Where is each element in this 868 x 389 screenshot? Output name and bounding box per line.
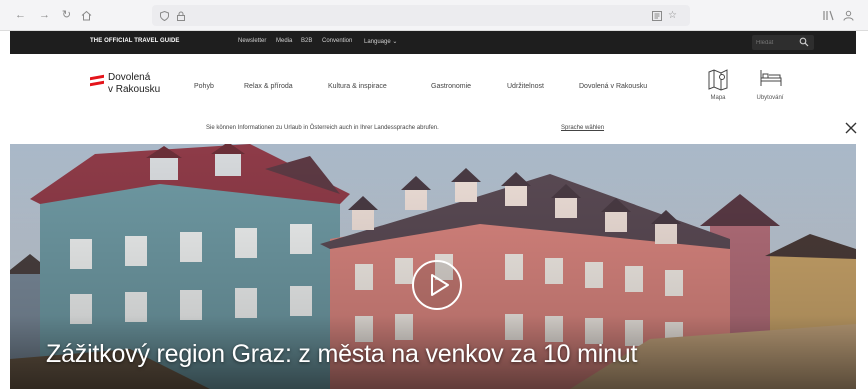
url-text — [190, 10, 610, 21]
back-arrow-icon[interactable]: ← — [14, 9, 27, 22]
choose-language-link[interactable]: Sprache wählen — [561, 125, 604, 131]
nav-item-dovolena[interactable]: Dovolená v Rakousku — [579, 83, 647, 90]
site-logo[interactable]: Dovolená v Rakousku — [90, 72, 180, 100]
browser-toolbar: ← → ↻ ☆ — [0, 0, 868, 31]
search-input[interactable] — [756, 38, 796, 47]
play-video-icon[interactable] — [411, 259, 463, 311]
austria-flag-icon — [90, 74, 104, 87]
close-icon[interactable] — [843, 120, 859, 136]
convention-link[interactable]: Convention — [322, 38, 352, 44]
map-button[interactable]: Mapa — [700, 68, 736, 106]
reload-icon[interactable]: ↻ — [60, 9, 73, 22]
home-icon[interactable] — [80, 9, 93, 22]
map-icon — [708, 69, 728, 91]
lock-icon[interactable] — [174, 9, 187, 22]
media-link[interactable]: Media — [276, 38, 292, 44]
official-guide-label: THE OFFICIAL TRAVEL GUIDE — [90, 38, 180, 44]
nav-item-relax[interactable]: Relax & příroda — [244, 83, 293, 90]
forward-arrow-icon[interactable]: → — [38, 9, 51, 22]
hero-banner[interactable]: Zážitkový region Graz: z města na venkov… — [10, 144, 856, 389]
nav-item-kultura[interactable]: Kultura & inspirace — [328, 83, 387, 90]
nav-item-pohyb[interactable]: Pohyb — [194, 83, 214, 90]
logo-text-line2: v Rakousku — [108, 84, 161, 95]
search-box[interactable] — [752, 35, 814, 50]
b2b-link[interactable]: B2B — [301, 38, 312, 44]
library-icon[interactable] — [822, 9, 835, 22]
reader-view-icon[interactable] — [650, 9, 663, 22]
language-banner-text: Sie können Informationen zu Urlaub in Ös… — [206, 125, 439, 131]
nav-item-udrzitelnost[interactable]: Udržitelnost — [507, 83, 544, 90]
search-icon[interactable] — [799, 37, 809, 47]
hero-title: Zážitkový region Graz: z města na venkov… — [46, 340, 638, 368]
logo-text-line1: Dovolená — [108, 72, 151, 83]
main-header: Dovolená v Rakousku Pohyb Relax & přírod… — [10, 54, 856, 116]
accommodation-label: Ubytování — [756, 95, 784, 101]
newsletter-link[interactable]: Newsletter — [238, 38, 266, 44]
address-bar[interactable]: ☆ — [152, 5, 690, 26]
account-icon[interactable] — [842, 9, 855, 22]
language-dropdown[interactable]: Language ⌄ — [364, 38, 397, 45]
language-banner: Sie können Informationen zu Urlaub in Ös… — [10, 116, 859, 142]
nav-item-gastronomie[interactable]: Gastronomie — [431, 83, 471, 90]
bookmark-star-icon[interactable]: ☆ — [666, 9, 679, 22]
service-bar: THE OFFICIAL TRAVEL GUIDE Newsletter Med… — [10, 31, 856, 54]
map-label: Mapa — [710, 95, 726, 101]
bed-icon — [760, 70, 782, 86]
accommodation-button[interactable]: Ubytování — [752, 68, 788, 106]
shield-icon[interactable] — [158, 9, 171, 22]
